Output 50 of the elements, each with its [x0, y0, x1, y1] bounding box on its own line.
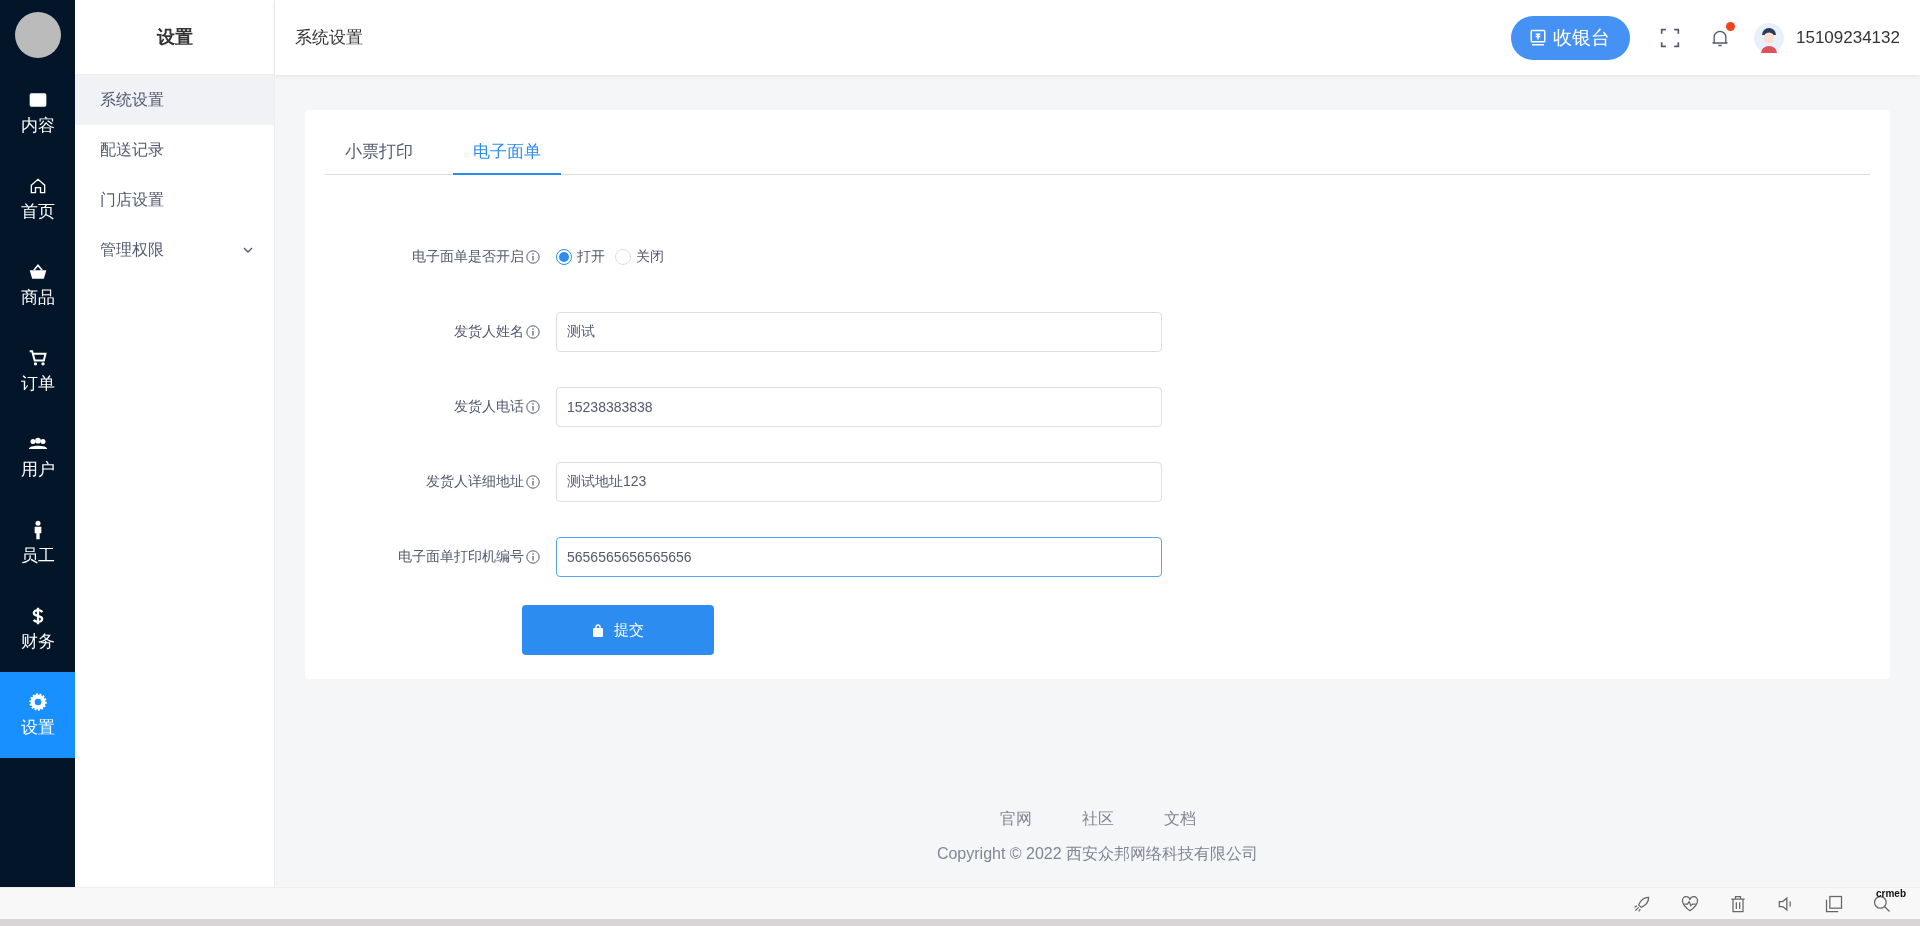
avatar-icon[interactable] — [1754, 22, 1784, 53]
submenu-item[interactable]: 配送记录 — [75, 125, 274, 175]
submenu-item[interactable]: 门店设置 — [75, 175, 274, 225]
field-label: 电子面单打印机编号 — [398, 548, 524, 566]
submenu-item[interactable]: 管理权限 — [75, 225, 274, 275]
radio-option[interactable]: 关闭 — [615, 248, 664, 266]
tab[interactable]: 小票打印 — [325, 140, 433, 175]
field-label: 发货人姓名 — [454, 323, 524, 341]
user-name[interactable]: 15109234132 — [1796, 27, 1900, 48]
field-label: 发货人电话 — [454, 398, 524, 416]
logo-text: crmeb — [1876, 888, 1906, 899]
logo-placeholder — [14, 12, 61, 58]
submenu-item-label: 配送记录 — [100, 139, 164, 160]
radio-option[interactable]: 打开 — [556, 248, 605, 266]
nav-rail-item[interactable]: 首页 — [0, 156, 75, 242]
nav-rail-item[interactable]: 订单 — [0, 328, 75, 414]
info-icon — [526, 550, 540, 564]
copyright-text: Copyright © 2022 西安众邦网络科技有限公司 — [936, 844, 1259, 864]
page-title: 系统设置 — [295, 27, 364, 49]
submenu-item-label: 管理权限 — [100, 239, 164, 260]
gear-icon — [27, 691, 48, 712]
input-field[interactable]: 5656565656565656 — [556, 537, 1162, 577]
footer-link[interactable]: 社区 — [1081, 809, 1114, 830]
info-icon — [526, 325, 540, 339]
input-field[interactable]: 测试 — [556, 312, 1162, 352]
submenu-item[interactable]: 系统设置 — [75, 75, 274, 125]
nav-rail-item[interactable]: 用户 — [0, 414, 75, 500]
copy-icon[interactable] — [1824, 893, 1844, 914]
input-field[interactable]: 15238383838 — [556, 387, 1162, 427]
monitor-icon — [1529, 28, 1547, 47]
nav-rail-item[interactable]: 内容 — [0, 70, 75, 156]
nav-rail-item[interactable]: 商品 — [0, 242, 75, 328]
info-icon — [526, 475, 540, 489]
bag-icon — [592, 623, 604, 637]
heart-pulse-icon[interactable] — [1680, 893, 1700, 914]
input-field[interactable]: 测试地址123 — [556, 462, 1162, 502]
nav-rail-item[interactable]: 员工 — [0, 500, 75, 586]
field-label: 发货人详细地址 — [426, 473, 524, 491]
submenu-item-label: 系统设置 — [100, 89, 164, 110]
info-icon — [526, 250, 540, 264]
footer-link[interactable]: 官网 — [999, 809, 1032, 830]
cart-icon — [27, 347, 48, 368]
field-label: 电子面单是否开启 — [412, 248, 524, 266]
trash-icon[interactable] — [1728, 893, 1748, 914]
nav-rail-item[interactable]: 财务 — [0, 586, 75, 672]
fullscreen-icon[interactable] — [1660, 26, 1680, 49]
info-icon — [526, 400, 540, 414]
tab[interactable]: 电子面单 — [453, 140, 561, 175]
footer-link[interactable]: 文档 — [1163, 809, 1196, 830]
submenu-item-label: 门店设置 — [100, 189, 164, 210]
